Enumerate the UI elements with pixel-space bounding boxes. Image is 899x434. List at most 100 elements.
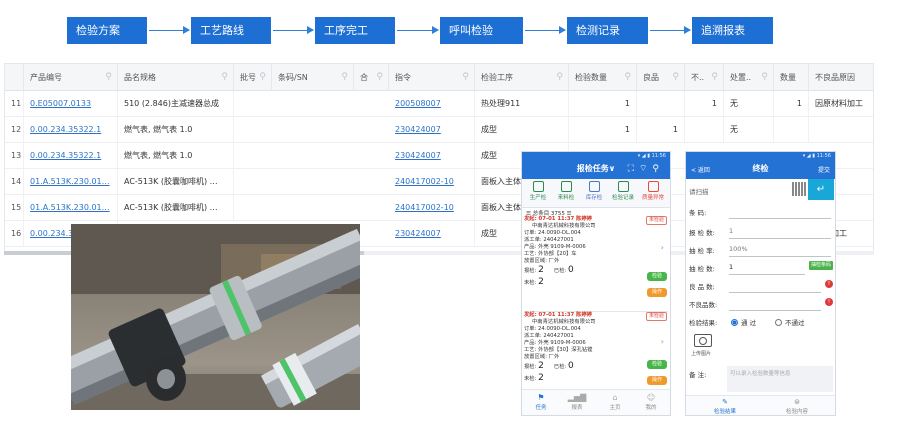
good-count-field[interactable]: 良 品 数:!	[689, 277, 835, 294]
col-num[interactable]: 数量	[774, 64, 809, 91]
scan-icon[interactable]: ⛶	[628, 164, 639, 174]
field-value[interactable]: 100%	[729, 245, 748, 253]
col-process[interactable]: 检验工序 ⚲	[475, 64, 569, 91]
nav-inspection-content[interactable]: ⊜ 检验内容	[762, 398, 832, 415]
search-icon[interactable]: ⚲	[341, 64, 348, 91]
search-icon[interactable]: ⚲	[652, 164, 664, 174]
camera-icon[interactable]	[694, 334, 712, 347]
product-code-link[interactable]: 01.A.513K.230.01…	[24, 169, 118, 195]
search-icon[interactable]: ⚲	[672, 64, 679, 91]
scan-input[interactable]: 请扫描	[689, 186, 709, 196]
col-good[interactable]: 良品 ⚲	[637, 64, 685, 91]
chevron-right-icon[interactable]: ›	[661, 338, 664, 346]
col-batch[interactable]: 批号 ⚲	[234, 64, 272, 91]
inspect-button[interactable]: 检验	[647, 272, 667, 281]
table-row[interactable]: 11 0.E05007.0133 510 (2.846)主减速器总成 20050…	[5, 91, 873, 117]
product-code[interactable]: 0.E05007.0133	[30, 99, 91, 108]
product-code-link[interactable]: 0.00.234.35322.1	[24, 117, 118, 143]
inspect-button[interactable]: 检验	[647, 360, 667, 369]
filter-icon[interactable]: ⌔	[639, 164, 652, 174]
col-label: 不..	[691, 73, 705, 82]
status-badge: 未检验	[645, 312, 667, 321]
remark-input[interactable]: 可以录入检验数量等信息	[727, 366, 833, 392]
order-number[interactable]: 240417002-10	[395, 203, 454, 212]
flow-step-6[interactable]: 追溯报表	[692, 17, 773, 44]
search-icon[interactable]: ⚲	[624, 64, 631, 91]
product-code[interactable]: 01.A.513K.230.01…	[30, 203, 110, 212]
product-code[interactable]: 01.A.513K.230.01…	[30, 177, 110, 186]
search-icon[interactable]: ⚲	[105, 64, 112, 91]
order-number[interactable]: 230424007	[395, 125, 441, 134]
order-link[interactable]: 240417002-10	[389, 169, 475, 195]
product-code-link[interactable]: 01.A.513K.230.01…	[24, 195, 118, 221]
product-code[interactable]: 0.00.234.3	[30, 229, 73, 238]
chevron-right-icon[interactable]: ›	[661, 244, 664, 252]
nav-inspection-result[interactable]: ✎ 检验结果	[690, 398, 760, 415]
nav-reports[interactable]: ▂▅▇ 报表	[562, 393, 592, 411]
sample-barcode-button[interactable]: 抽检条码	[808, 261, 833, 270]
order-link[interactable]: 200508007	[389, 91, 475, 117]
enter-button[interactable]: ↵	[808, 179, 834, 200]
operate-button[interactable]: 操作	[647, 376, 667, 385]
nav-tasks[interactable]: ⚑ 任务	[526, 393, 556, 411]
col-contract[interactable]: 合 ⚲	[354, 64, 389, 91]
table-row[interactable]: 12 0.00.234.35322.1 燃气表, 燃气表 1.0 2304240…	[5, 117, 873, 143]
flow-step-5[interactable]: 检测记录	[567, 17, 648, 44]
task-card[interactable]: 发起: 07-01 11:37 陈婷婷 未检验 中南青达机械科技有限公司 订单:…	[524, 312, 667, 392]
search-icon[interactable]: ⚲	[259, 64, 266, 91]
search-icon[interactable]: ⚲	[376, 64, 383, 91]
field-value[interactable]: 1	[729, 227, 733, 235]
operate-button[interactable]: 操作	[647, 288, 667, 297]
order-link[interactable]: 230424007	[389, 221, 475, 247]
report-count-field[interactable]: 报 检 数: 1	[689, 223, 835, 240]
bad-count-field[interactable]: 不良品数:!	[689, 295, 835, 312]
search-icon[interactable]: ⚲	[556, 64, 563, 91]
category-tabs: 生产检 来料检 库存检 检验记录 质量异常	[522, 179, 670, 208]
product-code-link[interactable]: 0.E05007.0133	[24, 91, 118, 117]
tab-quality-exception[interactable]: 质量异常	[640, 181, 666, 201]
order-number[interactable]: 200508007	[395, 99, 441, 108]
sample-rate-field[interactable]: 抽 检 率: 100%	[689, 241, 835, 258]
tab-inspection-records[interactable]: 检验记录	[610, 181, 636, 201]
order-link[interactable]: 230424007	[389, 143, 475, 169]
radio-checked-icon	[731, 319, 738, 326]
tab-incoming-inspection[interactable]: 来料检	[553, 181, 579, 201]
order-link[interactable]: 240417002-10	[389, 195, 475, 221]
search-icon[interactable]: ⚲	[761, 64, 768, 91]
col-spec[interactable]: 品名规格 ⚲	[118, 64, 234, 91]
field-value[interactable]: 1	[729, 263, 733, 271]
search-icon[interactable]: ⚲	[711, 64, 718, 91]
search-icon[interactable]: ⚲	[462, 64, 469, 91]
submit-button[interactable]: 提交	[818, 165, 830, 174]
product-code[interactable]: 0.00.234.35322.1	[30, 125, 101, 134]
order-number[interactable]: 230424007	[395, 151, 441, 160]
order-link[interactable]: 230424007	[389, 117, 475, 143]
flow-step-2[interactable]: 工艺路线	[191, 17, 271, 44]
product-code-link[interactable]: 0.00.234.35322.1	[24, 143, 118, 169]
tab-production-inspection[interactable]: 生产检	[525, 181, 551, 201]
col-order[interactable]: 指令 ⚲	[389, 64, 475, 91]
col-bad[interactable]: 不.. ⚲	[685, 64, 724, 91]
nav-mine[interactable]: ☺ 我的	[636, 393, 666, 411]
flow-step-1[interactable]: 检验方案	[67, 17, 147, 44]
pass-radio[interactable]: 通 过	[731, 317, 756, 327]
flow-step-4[interactable]: 呼叫检验	[440, 17, 523, 44]
order-number[interactable]: 240417002-10	[395, 177, 454, 186]
qr-code-icon[interactable]	[792, 182, 806, 196]
upload-image-label[interactable]: 上传图片	[691, 350, 711, 357]
col-dispose[interactable]: 处置.. ⚲	[724, 64, 774, 91]
col-inspect-qty[interactable]: 检验数量 ⚲	[569, 64, 637, 91]
nav-home[interactable]: ⌂ 主页	[600, 393, 630, 411]
col-barcode[interactable]: 条码/SN ⚲	[272, 64, 354, 91]
search-icon[interactable]: ⚲	[221, 64, 228, 91]
col-reason[interactable]: 不良品原因	[809, 64, 873, 91]
tab-stock-inspection[interactable]: 库存检	[581, 181, 607, 201]
sample-count-field[interactable]: 抽 检 数: 1 抽检条码	[689, 259, 835, 276]
col-product-code[interactable]: 产品编号 ⚲	[24, 64, 118, 91]
order-number[interactable]: 230424007	[395, 229, 441, 238]
flow-step-3[interactable]: 工序完工	[315, 17, 395, 44]
fail-radio[interactable]: 不通过	[775, 317, 805, 327]
barcode-field[interactable]: 条 码:	[689, 203, 835, 220]
product-code[interactable]: 0.00.234.35322.1	[30, 151, 101, 160]
task-card[interactable]: 发起: 07-01 11:37 陈婷婷 未检验 中南青达机械科技有限公司 订单:…	[524, 216, 667, 308]
